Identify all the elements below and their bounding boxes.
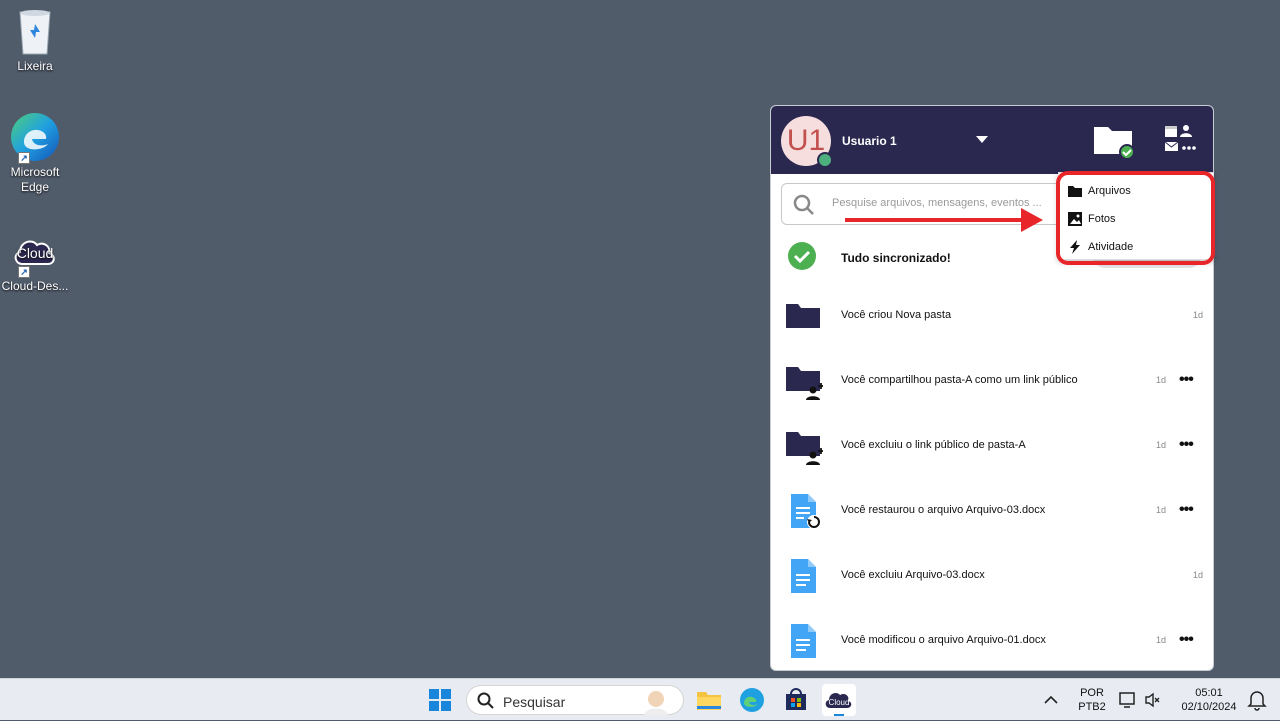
recycle-bin-icon — [10, 6, 60, 56]
lightning-icon — [1070, 240, 1080, 254]
user-avatar[interactable]: U1 — [781, 116, 833, 168]
sync-folder-button[interactable] — [1093, 122, 1135, 160]
language-code: POR — [1080, 687, 1104, 699]
activity-time: 1d — [1156, 440, 1167, 450]
taskbar-cloud-app[interactable]: Cloud — [822, 684, 856, 716]
more-options-icon[interactable]: ••• — [1179, 631, 1194, 649]
activity-time: 1d — [1193, 310, 1204, 320]
cloud-app-icon: Cloud — [825, 692, 852, 716]
image-icon — [1068, 212, 1082, 226]
system-tray-status[interactable] — [1116, 684, 1162, 716]
avatar-initials: U1 — [786, 124, 826, 157]
activity-time: 1d — [1156, 635, 1167, 645]
activity-text: Você excluiu Arquivo-03.docx — [841, 569, 985, 581]
desktop-icon-cloud[interactable]: Cloud ↗ Cloud-Des... — [0, 226, 70, 294]
network-volume-icon — [1119, 692, 1160, 708]
activity-row[interactable]: Você criou Nova pasta 1d — [771, 286, 1213, 344]
panel-header: U1 Usuario 1 — [771, 106, 1213, 174]
desktop-icon-label: Lixeira — [17, 59, 53, 73]
start-button[interactable] — [423, 684, 457, 716]
activity-text: Você criou Nova pasta — [841, 309, 952, 321]
file-restore-icon — [783, 491, 823, 531]
activity-time: 1d — [1156, 375, 1167, 385]
desktop-icon-edge[interactable]: ↗ Microsoft Edge — [0, 112, 70, 195]
edge-icon: ↗ — [10, 112, 60, 164]
clock[interactable]: 05:01 02/10/2024 — [1172, 686, 1246, 714]
keyboard-layout: PTB2 — [1078, 701, 1106, 713]
desktop-icon-recycle-bin[interactable]: Lixeira — [0, 6, 70, 74]
folder-icon — [1068, 186, 1082, 197]
cloud-app-icon: Cloud ↗ — [10, 226, 60, 278]
edge-icon — [740, 688, 764, 712]
activity-row[interactable]: Você excluiu o link público de pasta-A 1d… — [771, 416, 1213, 474]
search-icon — [793, 194, 814, 215]
menu-item-atividade[interactable]: Atividade — [1059, 233, 1213, 261]
shortcut-arrow-icon: ↗ — [18, 152, 30, 164]
chevron-up-icon — [1044, 695, 1058, 704]
more-options-icon[interactable]: ••• — [1179, 436, 1194, 454]
menu-item-label: Arquivos — [1088, 185, 1131, 197]
online-status-icon — [817, 152, 833, 168]
bell-icon — [1247, 691, 1267, 711]
svg-text:Cloud: Cloud — [17, 245, 54, 261]
menu-item-arquivos[interactable]: Arquivos — [1059, 177, 1213, 205]
activity-time: 1d — [1156, 505, 1167, 515]
desktop-icon-label: Microsoft Edge — [10, 165, 60, 194]
file-icon — [783, 556, 823, 596]
clock-time: 05:01 — [1195, 687, 1223, 699]
apps-menu-button[interactable] — [1163, 122, 1197, 156]
activity-text: Você modificou o arquivo Arquivo-01.docx — [841, 634, 1046, 646]
apps-dropdown-menu: Arquivos Fotos Atividade — [1058, 172, 1214, 260]
search-icon — [477, 692, 494, 709]
shortcut-arrow-icon: ↗ — [18, 266, 30, 278]
folder-synced-icon — [1094, 127, 1135, 160]
activity-row[interactable]: Você compartilhou pasta-A como um link p… — [771, 351, 1213, 409]
sync-status-text: Tudo sincronizado! — [841, 251, 951, 265]
user-name: Usuario 1 — [842, 134, 897, 148]
taskbar-store[interactable] — [779, 684, 813, 716]
windows-logo-icon — [429, 689, 451, 711]
sync-ok-icon — [788, 242, 816, 270]
taskbar-edge[interactable] — [735, 684, 769, 716]
folder-share-icon — [783, 361, 824, 401]
search-highlight-icon — [644, 691, 668, 715]
menu-item-fotos[interactable]: Fotos — [1059, 205, 1213, 233]
svg-text:Cloud: Cloud — [829, 698, 850, 707]
notifications-button[interactable] — [1244, 684, 1270, 716]
taskbar-file-explorer[interactable] — [692, 684, 726, 716]
activity-row[interactable]: Você modificou o arquivo Arquivo-01.docx… — [771, 611, 1213, 669]
annotation-arrow-icon — [845, 208, 1043, 232]
calendar-contacts-mail-icon — [1164, 125, 1196, 151]
store-icon — [786, 688, 806, 710]
desktop-icon-label: Cloud-Des... — [1, 279, 69, 293]
activity-time: 1d — [1193, 570, 1204, 580]
menu-item-label: Fotos — [1088, 213, 1116, 225]
folder-share-icon — [783, 426, 824, 466]
more-options-icon[interactable]: ••• — [1179, 371, 1194, 389]
show-hidden-icons-button[interactable] — [1036, 684, 1066, 716]
taskbar: Pesquisar Cloud POR PTB2 05:01 02/10/202… — [0, 678, 1280, 720]
activity-text: Você compartilhou pasta-A como um link p… — [841, 374, 1078, 386]
clock-date: 02/10/2024 — [1181, 701, 1237, 713]
taskbar-search[interactable]: Pesquisar — [466, 685, 684, 715]
activity-row[interactable]: Você excluiu Arquivo-03.docx 1d — [771, 546, 1213, 604]
account-dropdown-icon[interactable] — [976, 136, 988, 143]
menu-item-label: Atividade — [1088, 241, 1134, 253]
folder-icon — [783, 296, 823, 336]
taskbar-search-label: Pesquisar — [503, 694, 566, 710]
more-options-icon[interactable]: ••• — [1179, 501, 1194, 519]
activity-text: Você excluiu o link público de pasta-A — [841, 439, 1026, 451]
file-icon — [783, 621, 823, 661]
activity-text: Você restaurou o arquivo Arquivo-03.docx — [841, 504, 1046, 516]
activity-row[interactable]: Você restaurou o arquivo Arquivo-03.docx… — [771, 481, 1213, 539]
file-explorer-icon — [697, 692, 721, 710]
input-language-indicator[interactable]: POR PTB2 — [1072, 686, 1112, 714]
